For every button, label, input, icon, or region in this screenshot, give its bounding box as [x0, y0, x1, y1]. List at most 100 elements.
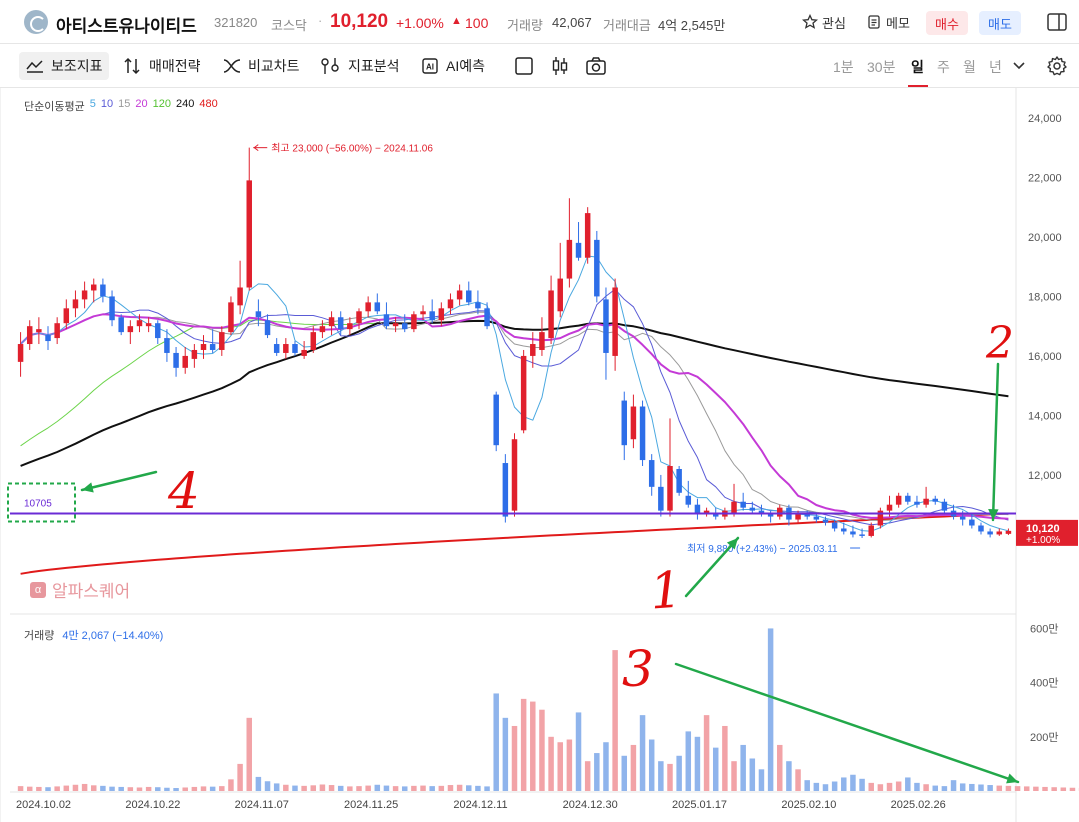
- volume-bar: [356, 786, 362, 791]
- volume-bar: [813, 782, 820, 791]
- candle-body: [603, 299, 609, 353]
- volume-bar: [17, 786, 24, 791]
- strategy-button[interactable]: 매매전략: [123, 52, 201, 80]
- candle-body: [557, 278, 563, 312]
- company-logo: [24, 10, 48, 34]
- period-year[interactable]: 년: [989, 57, 1002, 77]
- camera-icon[interactable]: [585, 55, 607, 77]
- volume-bar: [685, 731, 692, 791]
- volume-bar: [648, 739, 655, 791]
- period-month[interactable]: 월: [963, 57, 976, 77]
- volume-bar: [164, 787, 170, 791]
- candle-body: [530, 344, 536, 356]
- change-amount: 100: [465, 15, 489, 31]
- volume-bar: [950, 780, 957, 791]
- volume-bar: [63, 785, 70, 791]
- watermark-text: 알파스퀘어: [52, 582, 131, 601]
- period-1min[interactable]: 1분: [833, 57, 854, 77]
- volume-tick-label: 200만: [1030, 731, 1058, 744]
- sell-button[interactable]: 매도: [979, 11, 1021, 35]
- green-arrow-2: [991, 362, 1000, 522]
- volume-bar: [923, 784, 929, 791]
- candle-body: [81, 290, 88, 300]
- change-percent: +1.00%: [396, 15, 444, 31]
- volume-bar: [694, 736, 701, 791]
- candle-body: [676, 468, 682, 493]
- ma-legend[interactable]: 단순이동평균 5 10 15 20 120 240 480: [24, 98, 218, 114]
- gear-icon[interactable]: [1046, 55, 1068, 77]
- compare-button[interactable]: 비교차트: [222, 52, 300, 80]
- market-label: 코스닥: [271, 18, 307, 33]
- candle-body: [164, 338, 170, 353]
- candle-body: [255, 311, 262, 318]
- candle-body: [72, 299, 79, 309]
- candle-body: [841, 528, 847, 532]
- volume-bar: [246, 717, 252, 791]
- volume-bar: [118, 786, 124, 791]
- green-arrow-4-head: [82, 482, 94, 493]
- candle-body: [155, 323, 161, 339]
- period-30min[interactable]: 30분: [867, 57, 895, 77]
- candle-body: [100, 284, 106, 297]
- candle-body: [91, 284, 97, 291]
- ai-predict-button[interactable]: AI AI예측: [420, 52, 485, 80]
- volume-bar: [273, 783, 280, 791]
- ai-label: AI예측: [446, 58, 485, 74]
- candle-body: [475, 302, 481, 309]
- ma-legend-15: 15: [118, 98, 131, 110]
- ai-icon: AI: [422, 58, 438, 74]
- indicators-label: 보조지표: [51, 58, 103, 74]
- period-selected-indicator: [908, 85, 928, 87]
- analysis-label: 지표분석: [348, 58, 400, 74]
- candle-body: [365, 302, 371, 312]
- chart-area[interactable]: 10705 24,000 22,000 20,000 18,000 16,000 14,0…: [0, 88, 1079, 822]
- memo-icon: [868, 15, 880, 29]
- layout-icon[interactable]: [1046, 11, 1068, 33]
- volume-bar: [786, 761, 792, 791]
- strategy-label: 매매전략: [149, 58, 201, 74]
- volume-bar: [1069, 787, 1076, 791]
- volume-bar: [731, 761, 737, 791]
- strategy-icon: [124, 57, 140, 75]
- candle-body: [831, 522, 838, 529]
- chevron-down-icon[interactable]: [1011, 57, 1027, 73]
- candle-body: [850, 531, 856, 535]
- analysis-button[interactable]: 지표분석: [320, 52, 400, 80]
- candle-body: [228, 302, 234, 333]
- volume-bar: [292, 785, 298, 791]
- buy-button[interactable]: 매수: [926, 11, 968, 35]
- date-tick-label: 2025.01.17: [672, 799, 727, 811]
- ma-legend-10: 10: [100, 98, 114, 110]
- volume-bar: [566, 739, 573, 791]
- price-chart[interactable]: 10705 24,000 22,000 20,000 18,000 16,000 14,0…: [0, 88, 1079, 822]
- period-day[interactable]: 일: [911, 57, 924, 77]
- volume-bar: [26, 786, 33, 791]
- volume-bar: [932, 785, 938, 791]
- favorite-button[interactable]: 관심: [802, 11, 846, 33]
- price-tick-label: 14,000: [1028, 410, 1062, 422]
- date-tick-label: 2024.11.25: [344, 799, 398, 811]
- candle-body: [612, 287, 618, 356]
- indicators-button[interactable]: 보조지표: [19, 52, 109, 80]
- square-icon[interactable]: [513, 55, 535, 77]
- candle-body: [959, 516, 966, 520]
- volume-legend[interactable]: 거래량 4만 2,067 (−14.40%): [24, 627, 163, 643]
- compare-icon: [223, 59, 241, 73]
- volume-bar: [941, 786, 948, 791]
- candle-body: [438, 308, 445, 321]
- candle-body: [584, 213, 591, 258]
- volume-bar: [54, 786, 60, 791]
- stock-code: 321820: [214, 15, 258, 30]
- volume-bar: [319, 784, 326, 791]
- memo-button[interactable]: 메모: [866, 11, 910, 33]
- volume-bar: [712, 747, 719, 791]
- volume-bar: [895, 781, 902, 791]
- candle-body: [264, 320, 271, 336]
- candle-body: [886, 504, 893, 511]
- period-week[interactable]: 주: [937, 57, 950, 77]
- ma-legend-20: 20: [135, 98, 148, 110]
- candle-icon[interactable]: [549, 55, 571, 77]
- candle-body: [429, 311, 435, 321]
- volume-bar: [584, 761, 591, 791]
- volume-bar: [639, 715, 646, 791]
